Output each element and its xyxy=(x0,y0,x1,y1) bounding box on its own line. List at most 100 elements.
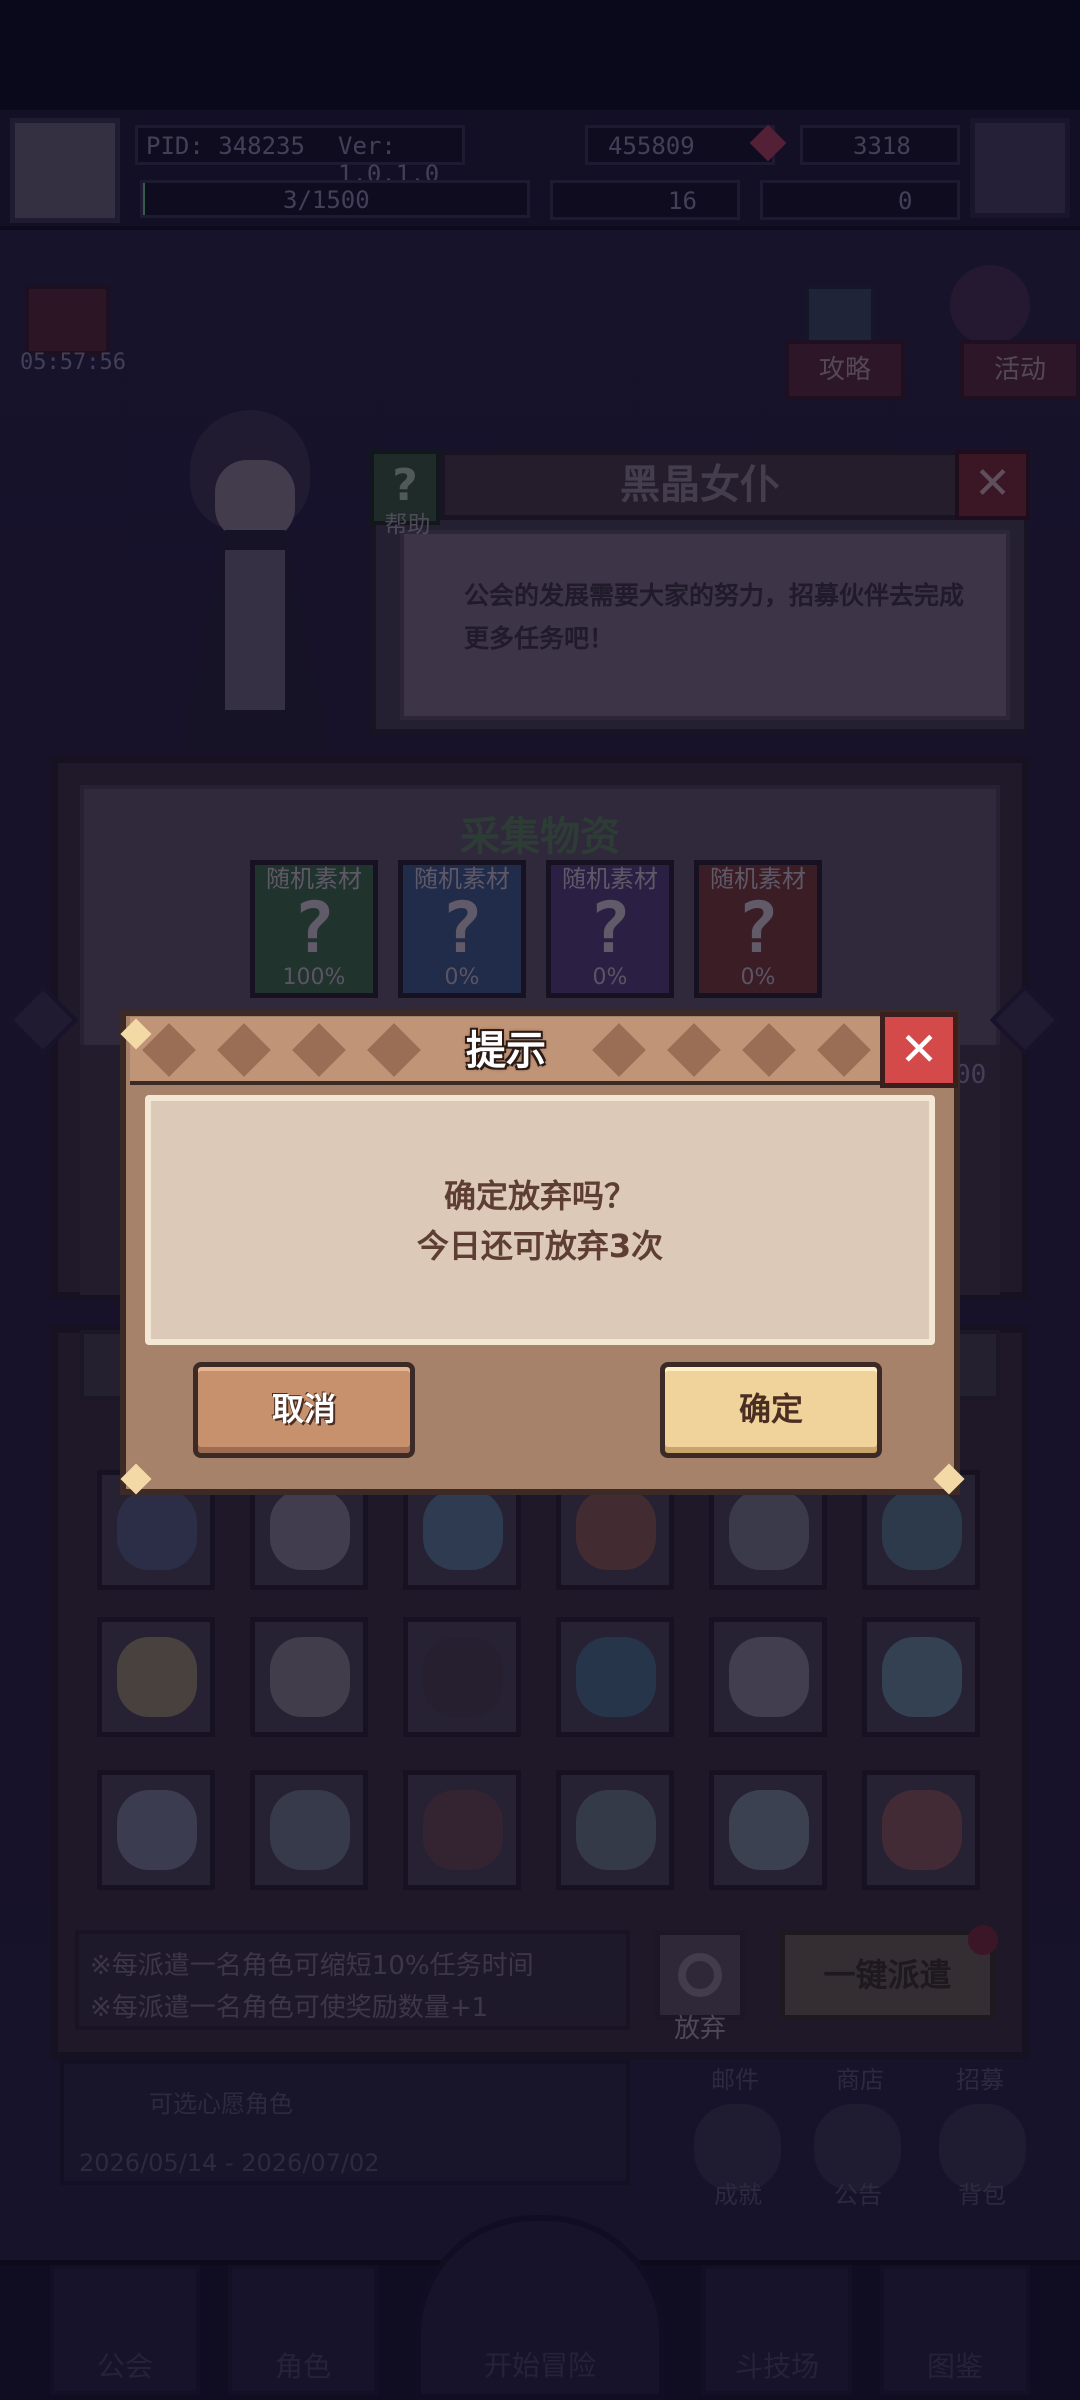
cancel-button-label: 取消 xyxy=(271,1390,336,1428)
hero-portrait xyxy=(882,1790,962,1870)
guide-chat-icon[interactable] xyxy=(805,285,875,345)
hero-card[interactable] xyxy=(709,1617,827,1737)
hero-card[interactable] xyxy=(403,1770,521,1890)
resource-b-value: 0 xyxy=(898,187,913,215)
dialog-header: 提示 xyxy=(130,1017,882,1085)
wish-banner[interactable]: 可选心愿角色 2026/05/14 - 2026/07/02 xyxy=(60,2060,630,2185)
npc-title-bar: 黑晶女仆 xyxy=(440,450,960,520)
achievement-label: 成就 xyxy=(714,2181,762,2209)
help-label: 帮助 xyxy=(384,512,431,538)
material-card[interactable]: 随机素材 ? 100% xyxy=(250,860,378,998)
refresh-icon xyxy=(678,1953,722,1997)
settings-gear-icon[interactable] xyxy=(970,118,1070,218)
hint-line-1: ※每派遣一名角色可缩短10%任务时间 xyxy=(90,1951,534,1981)
dialog-close-icon[interactable]: ✕ xyxy=(880,1012,958,1088)
hero-card[interactable] xyxy=(97,1617,215,1737)
material-percent: 0% xyxy=(444,965,480,990)
activity-button[interactable]: 活动 xyxy=(960,340,1080,400)
hero-portrait xyxy=(729,1637,809,1717)
nav-arena[interactable]: 斗技场 xyxy=(702,2265,852,2395)
pid-box: PID: 348235 Ver: 1.0.1.0 xyxy=(135,125,465,188)
nav-arena-label: 斗技场 xyxy=(734,2350,819,2383)
gem-counter: 3318 xyxy=(800,125,960,165)
confirm-button[interactable]: 确定 xyxy=(660,1362,882,1458)
confirm-button-label: 确定 xyxy=(738,1390,803,1428)
hero-portrait xyxy=(882,1637,962,1717)
one-click-dispatch-button[interactable]: 一键派遣 xyxy=(780,1930,995,2020)
nav-adventure-label: 开始冒险 xyxy=(483,2349,596,2382)
gem-value: 3318 xyxy=(853,132,911,160)
notification-dot-icon xyxy=(968,1925,998,1955)
hero-card[interactable] xyxy=(97,1770,215,1890)
npc-message: 公会的发展需要大家的努力，招募伙伴去完成更多任务吧！ xyxy=(464,581,965,653)
nav-atlas-label: 图鉴 xyxy=(926,2350,983,2383)
exp-text: 3/1500 xyxy=(283,186,370,214)
gift-icon[interactable] xyxy=(25,285,110,355)
maid-apron xyxy=(225,550,285,710)
hero-portrait xyxy=(882,1490,962,1570)
dialog-title: 提示 xyxy=(466,1028,546,1074)
material-card[interactable]: 随机素材 ? 0% xyxy=(546,860,674,998)
hero-portrait xyxy=(423,1790,503,1870)
resource-a: 16 xyxy=(550,180,740,220)
nav-roles[interactable]: 角色 xyxy=(228,2265,378,2395)
hero-portrait xyxy=(270,1490,350,1570)
hero-portrait xyxy=(729,1490,809,1570)
pid-text: PID: 348235 xyxy=(146,132,305,160)
material-card[interactable]: 随机素材 ? 0% xyxy=(694,860,822,998)
banner-text: 可选心愿角色 xyxy=(149,2090,293,2118)
gift-timer: 05:57:56 xyxy=(20,350,126,375)
hero-card[interactable] xyxy=(862,1770,980,1890)
gold-counter: 455809 xyxy=(585,125,775,165)
question-mark-icon: ? xyxy=(440,887,484,969)
balloon-icon xyxy=(950,265,1030,345)
hero-card[interactable] xyxy=(709,1770,827,1890)
npc-title: 黑晶女仆 xyxy=(620,462,780,508)
recruit-label: 招募 xyxy=(956,2066,1004,2094)
giveup-refresh-icon[interactable] xyxy=(655,1930,745,2020)
material-percent: 100% xyxy=(282,965,346,990)
material-percent: 0% xyxy=(592,965,628,990)
hero-portrait xyxy=(576,1490,656,1570)
nav-guild[interactable]: 公会 xyxy=(50,2265,200,2395)
hero-card[interactable] xyxy=(403,1617,521,1737)
hero-portrait xyxy=(423,1490,503,1570)
shop-label: 商店 xyxy=(836,2066,884,2094)
gem-icon xyxy=(749,124,787,162)
hero-portrait xyxy=(117,1490,197,1570)
giveup-label: 放弃 xyxy=(673,2014,726,2044)
hero-portrait xyxy=(270,1637,350,1717)
guide-button[interactable]: 攻略 xyxy=(785,340,905,400)
hero-portrait xyxy=(576,1790,656,1870)
cancel-button[interactable]: 取消 xyxy=(193,1362,415,1458)
dialog-message-line-1: 确定放弃吗？ xyxy=(443,1177,636,1215)
maid-face xyxy=(215,460,295,540)
hero-portrait xyxy=(576,1637,656,1717)
notice-label: 公告 xyxy=(834,2181,882,2209)
task-title: 采集物资 xyxy=(460,814,620,860)
material-card[interactable]: 随机素材 ? 0% xyxy=(398,860,526,998)
hero-card[interactable] xyxy=(862,1617,980,1737)
hero-portrait xyxy=(117,1790,197,1870)
question-mark-icon: ? xyxy=(588,887,632,969)
hero-portrait xyxy=(729,1790,809,1870)
npc-dialogue-box: 公会的发展需要大家的努力，招募伙伴去完成更多任务吧！ xyxy=(400,530,1010,720)
gold-value: 455809 xyxy=(608,132,695,160)
exp-fill xyxy=(143,183,145,215)
hero-portrait xyxy=(423,1637,503,1717)
hero-card[interactable] xyxy=(250,1617,368,1737)
nav-roles-label: 角色 xyxy=(274,2350,331,2383)
resource-a-value: 16 xyxy=(668,187,697,215)
hint-line-2: ※每派遣一名角色可使奖励数量+1 xyxy=(90,1993,489,2023)
hero-card[interactable] xyxy=(250,1770,368,1890)
material-percent: 0% xyxy=(740,965,776,990)
hero-portrait xyxy=(117,1637,197,1717)
hero-card[interactable] xyxy=(556,1770,674,1890)
hero-card[interactable] xyxy=(556,1617,674,1737)
dialog-message-box: 确定放弃吗？ 今日还可放弃3次 xyxy=(145,1095,935,1345)
nav-atlas[interactable]: 图鉴 xyxy=(880,2265,1030,2395)
resource-b: 0 xyxy=(760,180,960,220)
player-avatar[interactable] xyxy=(10,118,120,223)
question-mark-icon: ? xyxy=(292,887,336,969)
npc-close-icon[interactable]: ✕ xyxy=(955,450,1030,520)
